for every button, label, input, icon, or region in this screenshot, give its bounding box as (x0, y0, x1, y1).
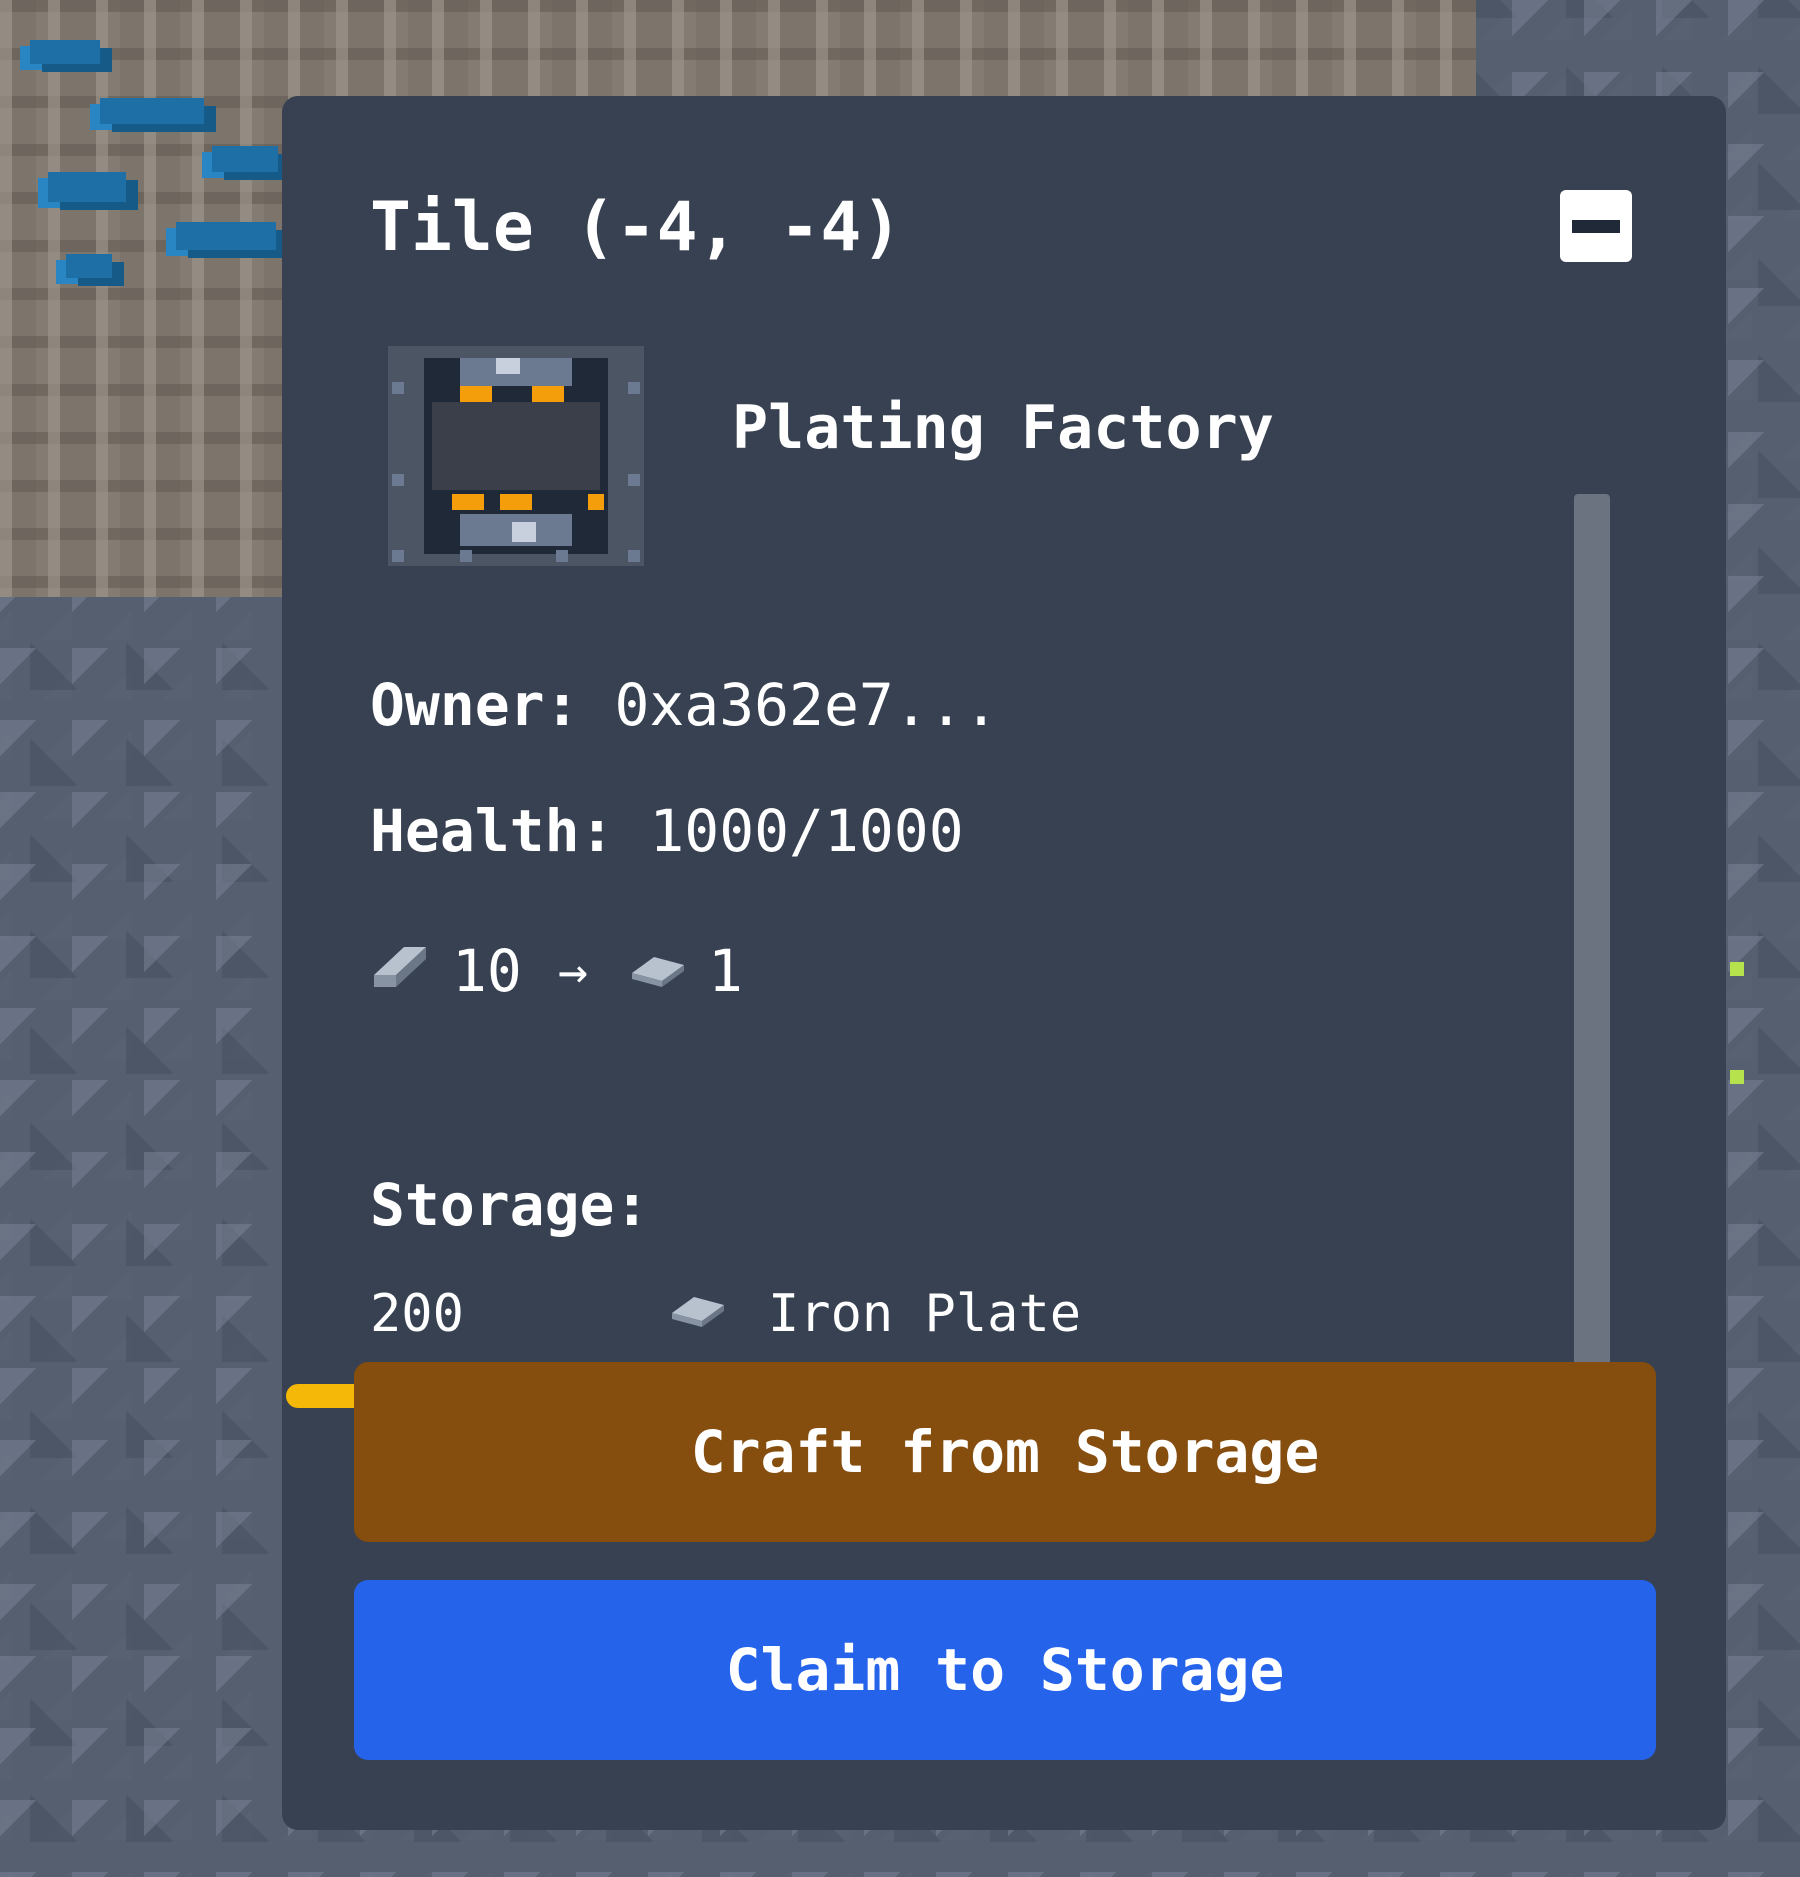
tile-details[interactable]: Plating Factory Owner: 0xa362e7... Healt… (282, 336, 1610, 1426)
storage-item: 200 Iron Plate (370, 1288, 1081, 1340)
arrow-icon: → (557, 942, 588, 1000)
claim-to-storage-button[interactable]: Claim to Storage (354, 1580, 1656, 1760)
iron-plate-icon (670, 1288, 726, 1340)
health-value: 1000/1000 (649, 797, 964, 865)
minimize-icon (1572, 220, 1620, 233)
health-row: Health: 1000/1000 (370, 802, 964, 860)
recipe-row: 10 → 1 (370, 936, 743, 1006)
building-name: Plating Factory (732, 393, 1274, 463)
water-ore-patch (48, 172, 126, 202)
storage-label: Storage: (370, 1171, 650, 1239)
iron-plate-icon (630, 937, 686, 1005)
owner-label: Owner: (370, 671, 580, 739)
tile-title: Tile (-4, -4) (370, 188, 903, 267)
craft-from-storage-button[interactable]: Craft from Storage (354, 1362, 1656, 1542)
water-ore-patch (176, 222, 276, 250)
storage-item-quantity: 200 (370, 1284, 464, 1344)
water-ore-patch (100, 98, 204, 124)
owner-value: 0xa362e7... (614, 671, 999, 739)
resource-marker (1730, 962, 1744, 976)
plating-factory-icon (388, 346, 644, 566)
details-scrollbar[interactable] (1574, 494, 1610, 1424)
storage-item-name: Iron Plate (768, 1284, 1082, 1344)
health-label: Health: (370, 797, 615, 865)
resource-marker (1730, 1070, 1744, 1084)
iron-ingot-icon (370, 937, 430, 1005)
water-ore-patch (212, 146, 278, 172)
water-ore-patch (66, 254, 112, 278)
water-ore-patch (30, 40, 100, 64)
tile-info-panel: Tile (-4, -4) Plating Factory Owner: 0xa… (282, 96, 1726, 1830)
minimize-button[interactable] (1560, 190, 1632, 262)
owner-row: Owner: 0xa362e7... (370, 676, 999, 734)
recipe-input-amount: 10 (452, 937, 522, 1005)
recipe-output-amount: 1 (707, 937, 743, 1005)
